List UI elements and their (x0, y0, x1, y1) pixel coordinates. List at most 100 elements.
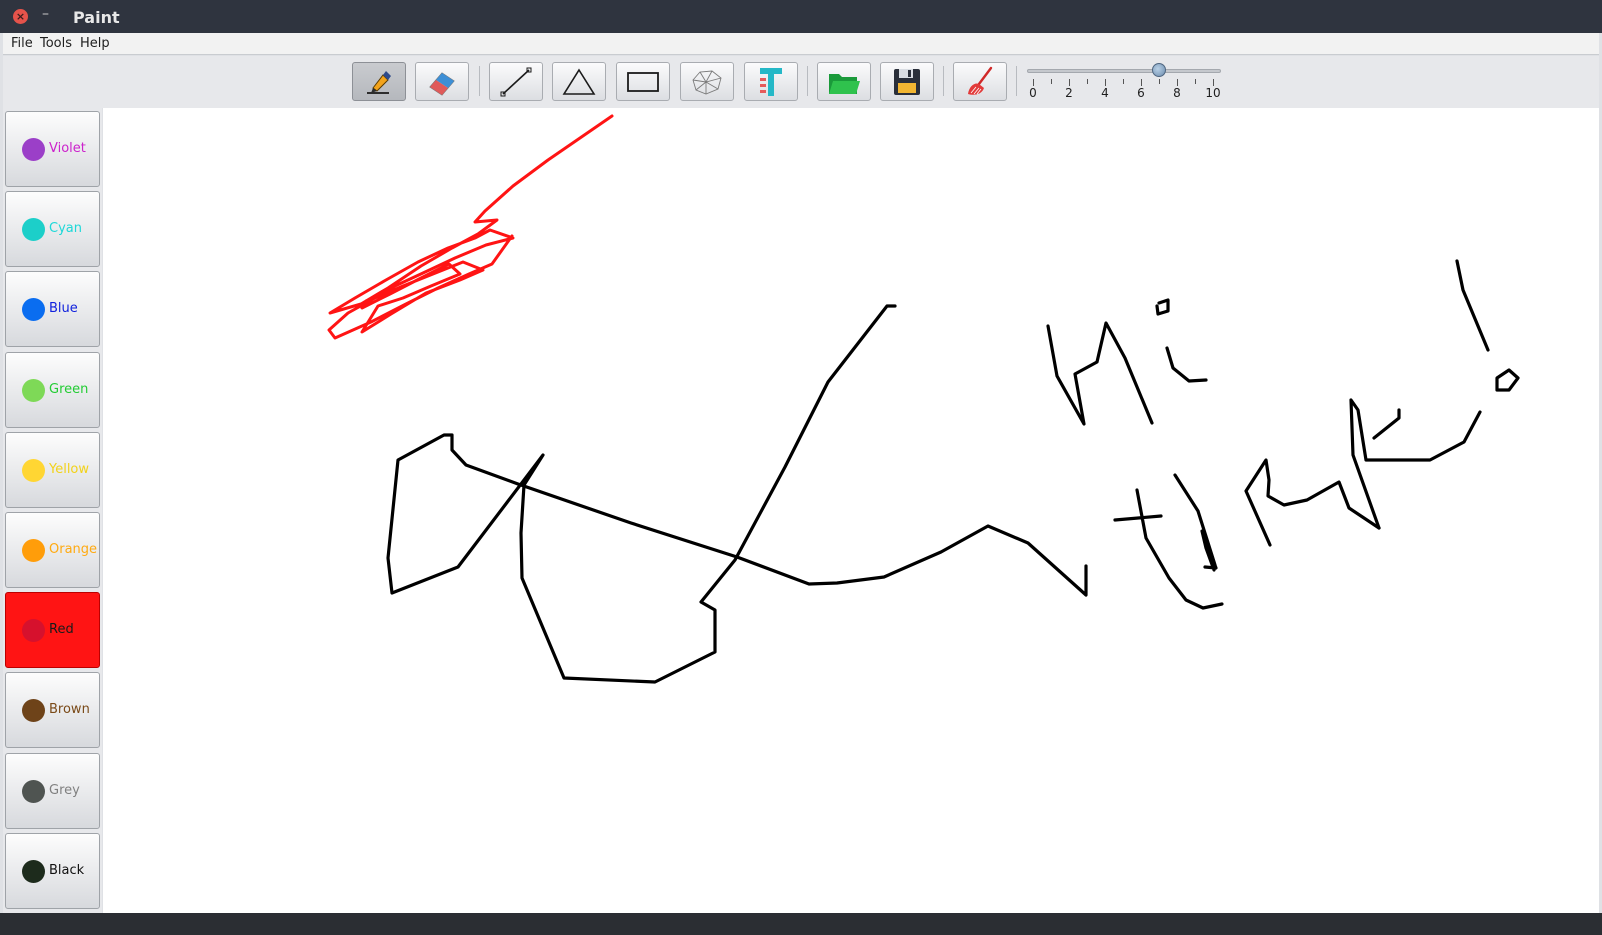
slider-tick (1213, 79, 1214, 86)
color-label-blue: Blue (49, 301, 78, 317)
slider-tick (1087, 79, 1088, 84)
line-icon (500, 67, 532, 96)
window-title: Paint (73, 8, 120, 27)
triangle-tool-button[interactable] (552, 62, 606, 101)
eraser-icon (429, 71, 455, 96)
slider-tick (1069, 79, 1070, 86)
toolbar-separator (479, 66, 480, 96)
slider-label: 8 (1173, 86, 1181, 100)
color-swatch-yellow (22, 458, 45, 482)
color-button-cyan[interactable]: Cyan (5, 191, 100, 268)
color-swatch-black (22, 859, 45, 883)
color-swatch-violet (22, 138, 45, 161)
black-handwriting-h (1046, 321, 1154, 426)
text-tool-button[interactable] (744, 62, 798, 101)
color-label-green: Green (49, 381, 89, 397)
minimize-window-button[interactable]: – (42, 6, 49, 22)
black-exclamation-dot (1495, 368, 1520, 392)
color-label-cyan: Cyan (49, 221, 82, 237)
red-scribble-stroke (327, 114, 614, 340)
color-palette: Violet Cyan Blue Green Yellow Orange Red Brown G… (3, 108, 102, 913)
color-button-red[interactable]: Red (5, 592, 100, 669)
title-bar: × – Paint (0, 0, 1602, 33)
drawing-canvas[interactable] (103, 108, 1599, 913)
toolbar-separator (1016, 66, 1017, 96)
black-handwriting-i (1155, 298, 1208, 383)
slider-tick (1159, 79, 1160, 84)
color-button-brown[interactable]: Brown (5, 672, 100, 749)
menu-bar: File Tools Help (3, 33, 1599, 55)
brush-size-slider[interactable]: 0 2 4 6 8 10 (1025, 62, 1225, 102)
color-label-orange: Orange (49, 542, 98, 557)
triangle-icon (562, 67, 596, 95)
slider-label: 2 (1065, 86, 1073, 100)
eraser-tool-button[interactable] (415, 62, 469, 101)
menu-help[interactable]: Help (80, 36, 110, 51)
rectangle-icon (627, 71, 659, 92)
close-window-button[interactable]: × (13, 9, 28, 24)
slider-tick (1033, 79, 1034, 86)
slider-track[interactable] (1027, 69, 1221, 73)
color-button-violet[interactable]: Violet (5, 111, 100, 187)
color-swatch-red (22, 619, 45, 643)
save-icon (894, 68, 920, 95)
black-freehand-stroke (386, 304, 1088, 684)
color-button-green[interactable]: Green (5, 351, 100, 428)
slider-label: 6 (1137, 86, 1145, 100)
drawing-surface (327, 114, 1520, 684)
broom-icon (968, 66, 993, 95)
color-swatch-cyan (22, 218, 45, 242)
toolbar-separator (807, 66, 808, 96)
color-button-orange[interactable]: Orange (5, 512, 100, 588)
slider-tick (1123, 79, 1124, 84)
menu-file[interactable]: File (11, 36, 33, 51)
color-swatch-grey (22, 779, 45, 803)
slider-label: 0 (1029, 86, 1037, 100)
color-label-yellow: Yellow (49, 461, 90, 477)
text-icon (760, 67, 782, 96)
toolbar: 0 2 4 6 8 10 (3, 56, 1599, 108)
black-handwriting-h2 (1173, 473, 1218, 572)
color-swatch-orange (22, 539, 45, 562)
menu-help-label: Help (80, 36, 110, 51)
color-label-grey: Grey (49, 782, 80, 798)
line-tool-button[interactable] (489, 62, 543, 101)
color-button-black[interactable]: Black (5, 832, 100, 909)
pen-tool-button[interactable] (352, 62, 406, 101)
slider-tick (1105, 79, 1106, 86)
app-window: × – Paint File Tools Help 0 2 4 6 8 10 V… (0, 0, 1602, 935)
slider-tick (1195, 79, 1196, 84)
color-label-brown: Brown (49, 702, 90, 718)
polygon-icon (692, 70, 722, 94)
color-button-yellow[interactable]: Yellow (5, 431, 100, 508)
color-label-violet: Violet (49, 141, 86, 156)
pen-icon (367, 70, 391, 94)
menu-tools-label: Tools (40, 36, 73, 51)
rectangle-tool-button[interactable] (616, 62, 670, 101)
slider-tick (1177, 79, 1178, 86)
black-handwriting-e2 (1372, 408, 1401, 440)
menu-tools[interactable]: Tools (40, 36, 72, 51)
slider-tick (1051, 79, 1052, 84)
slider-label: 10 (1205, 86, 1221, 100)
slider-tick (1141, 79, 1142, 86)
color-button-blue[interactable]: Blue (5, 271, 100, 348)
open-file-button[interactable] (817, 62, 871, 101)
toolbar-separator (943, 66, 944, 96)
black-handwriting-r (1349, 398, 1482, 530)
color-button-grey[interactable]: Grey (5, 752, 100, 829)
polygon-tool-button[interactable] (680, 62, 734, 101)
black-exclamation-line (1455, 259, 1490, 352)
color-label-black: Black (49, 862, 85, 878)
clear-canvas-button[interactable] (953, 62, 1007, 101)
color-swatch-blue (22, 298, 45, 322)
color-swatch-green (22, 378, 45, 402)
menu-file-label: File (11, 36, 33, 51)
slider-thumb[interactable] (1152, 63, 1166, 77)
folder-open-icon (829, 73, 860, 94)
slider-label: 4 (1101, 86, 1109, 100)
color-swatch-brown (22, 699, 45, 723)
save-file-button[interactable] (880, 62, 934, 101)
bottom-status-strip (0, 913, 1602, 935)
color-label-red: Red (49, 622, 74, 638)
